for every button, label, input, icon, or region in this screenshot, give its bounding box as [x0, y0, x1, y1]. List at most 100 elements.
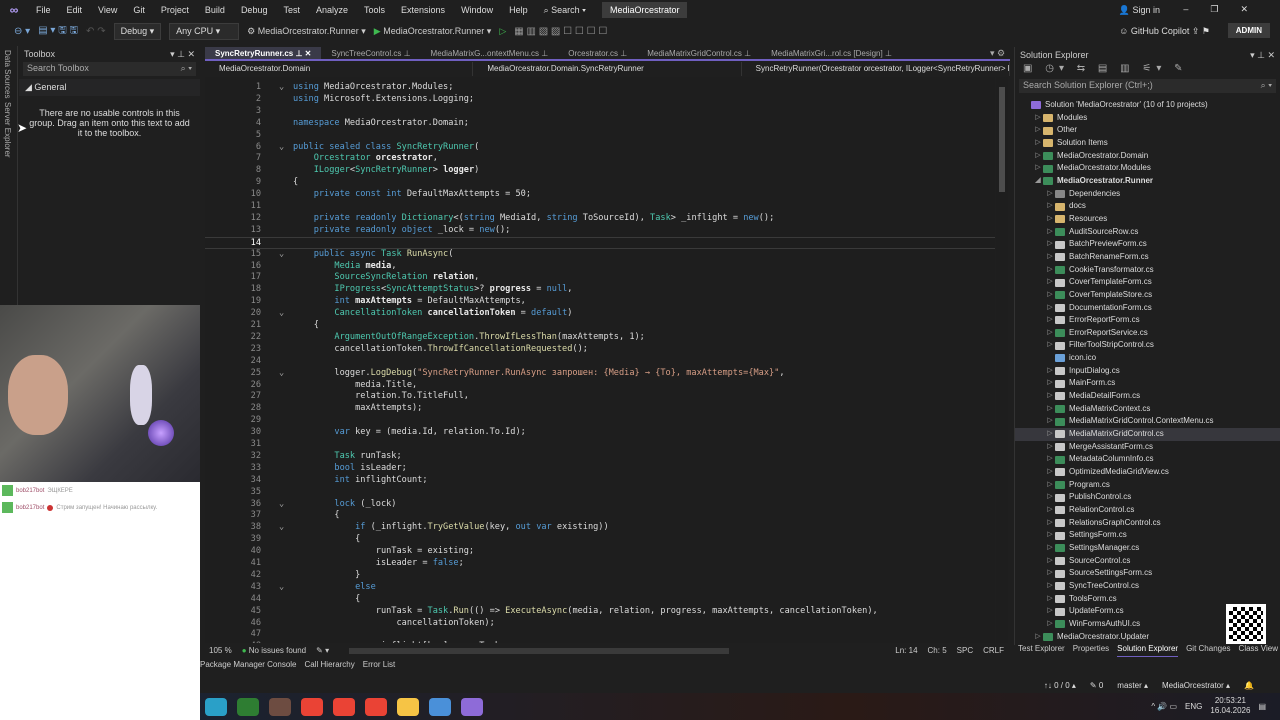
- collapsed-arrow-icon[interactable]: ▷: [1045, 491, 1055, 504]
- tree-item[interactable]: ▷ MediaOrcestrator.Domain: [1015, 150, 1280, 163]
- tree-item[interactable]: ▷ Other: [1015, 124, 1280, 137]
- collapsed-arrow-icon[interactable]: ▷: [1045, 593, 1055, 606]
- collapsed-arrow-icon[interactable]: ▷: [1033, 124, 1043, 137]
- git-repo[interactable]: MediaOrcestrator ▴: [1162, 681, 1230, 690]
- tab-document[interactable]: MediaMatrixGridControl.cs ⊥: [637, 47, 761, 59]
- tab-class-view[interactable]: Class View: [1239, 644, 1278, 657]
- sign-in-button[interactable]: 👤 Sign in: [1119, 5, 1160, 16]
- menu-project[interactable]: Project: [153, 5, 197, 15]
- collapsed-arrow-icon[interactable]: ▷: [1045, 276, 1055, 289]
- zoom-level[interactable]: 105 %: [209, 646, 232, 655]
- tab-document[interactable]: SyncTreeControl.cs ⊥: [321, 47, 420, 59]
- code-line[interactable]: 40 runTask = existing;: [205, 546, 995, 558]
- menu-git[interactable]: Git: [125, 5, 153, 15]
- notifications-icon[interactable]: 🔔: [1244, 681, 1254, 690]
- code-line[interactable]: 16 Media media,: [205, 261, 995, 273]
- fold-chevron-icon[interactable]: ⌄: [279, 142, 284, 154]
- collapsed-arrow-icon[interactable]: ▷: [1045, 517, 1055, 530]
- collapsed-arrow-icon[interactable]: ▷: [1045, 403, 1055, 416]
- code-line[interactable]: 6 ⌄ public sealed class SyncRetryRunner(: [205, 142, 995, 154]
- startup-project-select[interactable]: ⚙ MediaOrcestrator.Runner ▾: [247, 26, 366, 37]
- tree-item[interactable]: ▷ Dependencies: [1015, 188, 1280, 201]
- code-line[interactable]: 35: [205, 487, 995, 499]
- code-line[interactable]: 48 _inflight[key] = runTask;: [205, 641, 995, 643]
- collapsed-arrow-icon[interactable]: ▷: [1045, 555, 1055, 568]
- fold-chevron-icon[interactable]: ⌄: [279, 582, 284, 594]
- data-sources-tab[interactable]: Data Sources: [3, 50, 12, 98]
- pin-icon[interactable]: ⊥ ✕: [293, 49, 311, 58]
- tab-properties[interactable]: Properties: [1073, 644, 1109, 657]
- code-line[interactable]: 45 runTask = Task.Run(() => ExecuteAsync…: [205, 606, 995, 618]
- code-line[interactable]: 19 int maxAttempts = DefaultMaxAttempts,: [205, 296, 995, 308]
- collapsed-arrow-icon[interactable]: ▷: [1045, 605, 1055, 618]
- code-line[interactable]: 13 private readonly object _lock = new()…: [205, 225, 995, 237]
- code-line[interactable]: 30 var key = (media.Id, relation.To.Id);: [205, 427, 995, 439]
- code-line[interactable]: 1 ⌄ using MediaOrcestrator.Modules;: [205, 82, 995, 94]
- code-line[interactable]: 24: [205, 356, 995, 368]
- tree-item[interactable]: ▷ RelationsGraphControl.cs: [1015, 517, 1280, 530]
- code-line[interactable]: 2 using Microsoft.Extensions.Logging;: [205, 94, 995, 106]
- tab-overflow-icon[interactable]: ▾ ⚙: [990, 48, 1005, 59]
- code-line[interactable]: 37 {: [205, 510, 995, 522]
- code-line[interactable]: 33 bool isLeader;: [205, 463, 995, 475]
- code-line[interactable]: 11: [205, 201, 995, 213]
- collapsed-arrow-icon[interactable]: ▷: [1045, 200, 1055, 213]
- issues-indicator[interactable]: ● No issues found: [242, 646, 306, 655]
- code-line[interactable]: 22 ArgumentOutOfRangeException.ThrowIfLe…: [205, 332, 995, 344]
- tree-item[interactable]: ▷ CoverTemplateForm.cs: [1015, 276, 1280, 289]
- collapsed-arrow-icon[interactable]: ▷: [1033, 631, 1043, 644]
- collapsed-arrow-icon[interactable]: ▷: [1045, 365, 1055, 378]
- code-line[interactable]: 32 Task runTask;: [205, 451, 995, 463]
- collapsed-arrow-icon[interactable]: ▷: [1045, 479, 1055, 492]
- tree-item[interactable]: ▷ SettingsForm.cs: [1015, 529, 1280, 542]
- collapsed-arrow-icon[interactable]: ▷: [1045, 428, 1055, 441]
- tree-item[interactable]: ▷ OptimizedMediaGridView.cs: [1015, 466, 1280, 479]
- collapsed-arrow-icon[interactable]: ▷: [1045, 302, 1055, 315]
- code-line[interactable]: 20 ⌄ CancellationToken cancellationToken …: [205, 308, 995, 320]
- tree-item[interactable]: ▷ ErrorReportForm.cs: [1015, 314, 1280, 327]
- solution-search-input[interactable]: Search Solution Explorer (Ctrl+;) ⌕ ▾: [1019, 79, 1276, 93]
- search-button[interactable]: ⌕ Search ▾: [536, 5, 594, 16]
- tree-item[interactable]: ▷ SourceSettingsForm.cs: [1015, 567, 1280, 580]
- tree-item[interactable]: ▷ ErrorReportService.cs: [1015, 327, 1280, 340]
- fold-chevron-icon[interactable]: ⌄: [279, 82, 284, 94]
- menu-help[interactable]: Help: [501, 5, 536, 15]
- code-line[interactable]: 23 cancellationToken.ThrowIfCancellation…: [205, 344, 995, 356]
- collapsed-arrow-icon[interactable]: ▷: [1045, 618, 1055, 631]
- collapsed-arrow-icon[interactable]: ▷: [1033, 150, 1043, 163]
- collapsed-arrow-icon[interactable]: ▷: [1045, 251, 1055, 264]
- collapsed-arrow-icon[interactable]: ▷: [1045, 213, 1055, 226]
- platform-select[interactable]: Any CPU ▾: [169, 22, 240, 40]
- language-indicator[interactable]: ENG: [1185, 702, 1202, 711]
- code-line[interactable]: 29: [205, 415, 995, 427]
- clock[interactable]: 20:53:21 16.04.2026: [1210, 696, 1250, 716]
- user-badge[interactable]: ADMIN: [1227, 23, 1270, 38]
- tab-package-manager-console[interactable]: Package Manager Console: [200, 660, 297, 673]
- pin-icon[interactable]: ⊥: [742, 49, 751, 58]
- tree-item[interactable]: ▷ CoverTemplateStore.cs: [1015, 289, 1280, 302]
- code-line[interactable]: 15 ⌄ public async Task RunAsync(: [205, 249, 995, 261]
- code-line[interactable]: 28 maxAttempts);: [205, 403, 995, 415]
- tab-solution-explorer[interactable]: Solution Explorer: [1117, 644, 1179, 657]
- fold-chevron-icon[interactable]: ⌄: [279, 249, 284, 261]
- code-line[interactable]: 38 ⌄ if (_inflight.TryGetValue(key, out v…: [205, 522, 995, 534]
- taskbar-app-icon[interactable]: [429, 697, 451, 716]
- tree-item[interactable]: ▷ Modules: [1015, 112, 1280, 125]
- tree-item[interactable]: ▷ FilterToolStripControl.cs: [1015, 339, 1280, 352]
- code-line[interactable]: 25 ⌄ logger.LogDebug("SyncRetryRunner.Run…: [205, 368, 995, 380]
- tree-item[interactable]: ▷ SettingsManager.cs: [1015, 542, 1280, 555]
- line-endings[interactable]: CRLF: [983, 646, 1004, 655]
- member-scope-select[interactable]: SyncRetryRunner(Orcestrator orcestrator,…: [742, 62, 1010, 76]
- tree-item[interactable]: icon.ico: [1015, 352, 1280, 365]
- collapsed-arrow-icon[interactable]: ▷: [1045, 390, 1055, 403]
- tree-item[interactable]: ▷ Solution Items: [1015, 137, 1280, 150]
- tree-item[interactable]: ▷ BatchPreviewForm.cs: [1015, 238, 1280, 251]
- editor-vertical-scrollbar[interactable]: [996, 77, 1008, 643]
- code-line[interactable]: 46 cancellationToken);: [205, 618, 995, 630]
- run-button[interactable]: ▶ MediaOrcestrator.Runner ▾: [374, 26, 492, 37]
- code-editor[interactable]: 1 ⌄ using MediaOrcestrator.Modules; 2 using …: [205, 77, 995, 643]
- collapsed-arrow-icon[interactable]: ▷: [1045, 466, 1055, 479]
- taskbar-app-icon[interactable]: [269, 697, 291, 716]
- collapsed-arrow-icon[interactable]: ▷: [1033, 112, 1043, 125]
- collapsed-arrow-icon[interactable]: ▷: [1045, 529, 1055, 542]
